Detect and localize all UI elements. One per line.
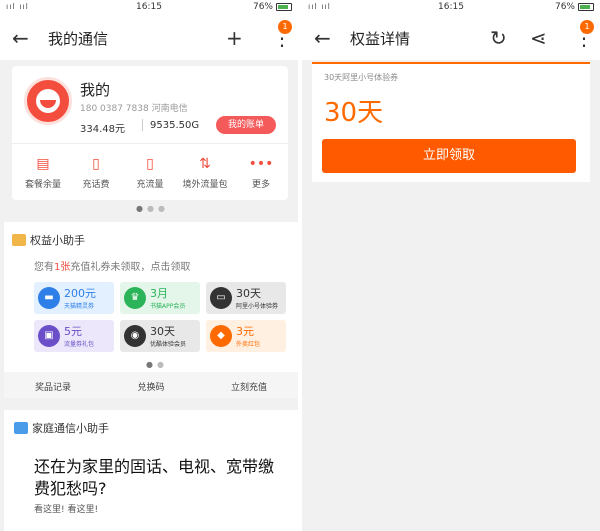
divider [142,119,143,131]
page-title: 权益详情 [350,30,411,48]
more-icon: ••• [248,156,274,172]
carousel-dots: ●●● [136,204,169,213]
family-headline[interactable]: 还在为家里的固话、电视、宽带缴费犯愁吗? [34,456,284,500]
my-bill-button[interactable]: 我的账单 [216,116,276,134]
benefits-assistant-section: 权益小助手 您有1张充值礼券未领取，点击领取 ▬ 200元 天猫精灵券 ♛ 3月… [4,222,298,398]
benefit-days: 30天 [324,98,384,128]
account-data-flow[interactable]: 9535.50G [150,120,199,131]
youku-icon: ◉ [124,325,146,347]
share-icon[interactable]: ⋖ [530,26,547,50]
battery-icon [276,3,292,11]
speaker-icon: ▬ [38,287,60,309]
coupon-tmall[interactable]: ▬ 200元 天猫精灵券 [34,282,114,314]
status-bar: ııl ııl 16:15 76% [302,0,600,16]
quick-action-data-topup[interactable]: ▯ 充流量 [123,154,177,190]
avatar[interactable] [24,77,72,125]
account-balance[interactable]: 334.48元 [80,120,125,135]
divider [12,143,288,144]
add-icon[interactable]: + [226,26,243,50]
claim-now-button[interactable]: 立即领取 [322,139,576,173]
quick-action-package[interactable]: ▤ 套餐余量 [16,154,70,190]
coupon-data-pack[interactable]: ▣ 5元 流量券礼包 [34,320,114,352]
prize-record-link[interactable]: 奖品记录 [4,380,102,393]
back-arrow-icon[interactable]: ← [314,26,331,50]
home-icon [14,422,28,434]
notification-badge: 1 [580,20,594,34]
notification-badge: 1 [278,20,292,34]
crown-icon [12,234,26,246]
data-topup-icon: ▯ [146,156,154,172]
assistant-links: 奖品记录 兑换码 立刻充值 [4,372,298,398]
right-screen: ııl ııl 16:15 76% ← 权益详情 ↻ ⋖ ⋮ 1 30天阿里小号… [302,0,600,531]
family-subtext: 看这里! 看这里! [34,505,99,515]
quick-action-phone-topup[interactable]: ▯ 充话费 [69,154,123,190]
data-pack-icon: ▣ [38,325,60,347]
account-phone: 180 0387 7838 河南电信 [80,104,188,114]
coupon-ali-number[interactable]: ▭ 30天 阿里小号体验券 [206,282,286,314]
page-title: 我的通信 [48,30,109,48]
app-bar: ← 我的通信 + ⋮ 1 [0,16,298,60]
sim-icon: ▭ [210,287,232,309]
account-name: 我的 [80,81,111,99]
status-bar: ııl ııl 16:15 76% [0,0,298,16]
quick-action-more[interactable]: ••• 更多 [234,154,288,190]
unclaimed-hint[interactable]: 您有1张充值礼券未领取，点击领取 [34,258,190,273]
crown-icon: ♛ [124,287,146,309]
benefit-subtitle: 30天阿里小号体验券 [324,73,399,82]
left-screen: ııl ııl 16:15 76% ← 我的通信 + ⋮ 1 我的 180 03… [0,0,298,531]
benefit-detail-card: 30天阿里小号体验券 30天 立即领取 [312,62,590,182]
app-bar: ← 权益详情 ↻ ⋖ ⋮ 1 [302,16,600,60]
travel-data-icon: ⇅ [199,156,211,172]
scooter-icon: ◆ [210,325,232,347]
section-title: 家庭通信小助手 [14,420,109,436]
coupon-carousel-dots: ●● [146,360,168,369]
family-assistant-section: 家庭通信小助手 还在为家里的固话、电视、宽带缴费犯愁吗? 看这里! 看这里! [4,410,298,531]
quick-action-travel-data[interactable]: ⇅ 境外流量包 [178,154,232,190]
back-arrow-icon[interactable]: ← [12,26,29,50]
recharge-now-link[interactable]: 立刻充值 [200,380,298,393]
refresh-icon[interactable]: ↻ [490,26,507,50]
coupon-book-app[interactable]: ♛ 3月 书猫APP会员 [120,282,200,314]
section-title: 权益小助手 [12,232,85,248]
account-card: 我的 180 0387 7838 河南电信 334.48元 9535.50G 我… [12,66,288,200]
phone-topup-icon: ▯ [92,156,100,172]
coupon-youku[interactable]: ◉ 30天 优酷体验会员 [120,320,200,352]
coupon-takeout[interactable]: ◆ 3元 外卖红包 [206,320,286,352]
package-icon: ▤ [36,156,50,172]
battery-percent: 76% [554,2,575,12]
battery-percent: 76% [252,2,273,12]
battery-icon [578,3,594,11]
redeem-code-link[interactable]: 兑换码 [102,380,200,393]
